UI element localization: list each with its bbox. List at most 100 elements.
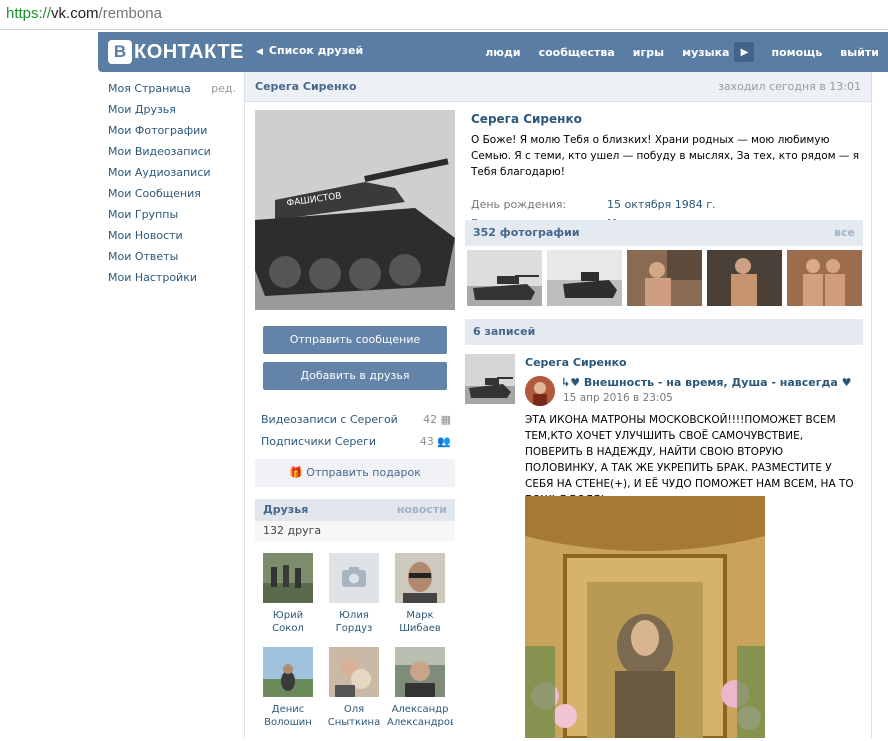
menu-my-page-label: Моя Страница xyxy=(108,82,191,95)
profile-info: Серега Сиренко О Боже! Я молю Тебя о бли… xyxy=(471,112,863,230)
nav-music[interactable]: музыка xyxy=(673,46,738,59)
wall-title: 6 записей xyxy=(473,325,536,338)
edit-link[interactable]: ред. xyxy=(211,82,236,103)
photo-thumb[interactable] xyxy=(707,250,782,306)
post-image[interactable] xyxy=(525,496,765,738)
friend-first-name: Денис xyxy=(271,704,305,715)
friend-last-name: Шибаев xyxy=(399,623,441,634)
nav-people[interactable]: люди xyxy=(476,46,529,59)
photo-thumb[interactable] xyxy=(787,250,862,306)
profile-avatar[interactable]: ФАШИСТОВ xyxy=(255,110,455,310)
friend-first-name: Марк xyxy=(406,610,434,621)
repost-source-avatar[interactable] xyxy=(525,376,555,406)
friend-photo xyxy=(263,553,313,603)
repost-source-name[interactable]: ↳♥ Внешность - на время, Душа - навсегда… xyxy=(561,376,852,389)
friend-item[interactable]: Марк Шибаев xyxy=(387,553,453,647)
vk-logo-text: КОНТАКТЕ xyxy=(134,40,244,63)
post-author-name[interactable]: Серега Сиренко xyxy=(525,356,627,369)
friend-photo xyxy=(395,647,445,697)
vk-logo-icon: В xyxy=(108,40,132,64)
photos-title: 352 фотографии xyxy=(473,226,580,239)
photos-strip xyxy=(467,250,862,306)
menu-my-settings[interactable]: Мои Настройки xyxy=(108,271,236,292)
wall-section-header[interactable]: 6 записей xyxy=(465,319,863,345)
friends-list-link[interactable]: ◀ Список друзей xyxy=(256,44,363,57)
photo-thumb[interactable] xyxy=(627,250,702,306)
browser-address-bar[interactable]: https://vk.com/rembona xyxy=(0,0,888,30)
gift-icon: 🎁 xyxy=(289,466,303,479)
last-seen: заходил сегодня в 13:01 xyxy=(717,80,861,93)
nav-logout[interactable]: выйти xyxy=(831,46,888,59)
friends-news-link[interactable]: новости xyxy=(397,499,447,521)
followers-link-label: Подписчики Сереги xyxy=(261,435,377,448)
nav-help[interactable]: помощь xyxy=(762,46,831,59)
menu-my-videos[interactable]: Мои Видеозаписи xyxy=(108,145,236,166)
friends-grid: Юрий Сокол Юлия Гордуз Марк Шибаев Денис… xyxy=(255,541,455,741)
friend-last-name: Волошин xyxy=(264,717,312,728)
friends-title: Друзья xyxy=(263,503,309,516)
icon-image xyxy=(525,496,765,738)
photos-section-header[interactable]: 352 фотографии все xyxy=(465,220,863,246)
menu-my-answers[interactable]: Мои Ответы xyxy=(108,250,236,271)
friends-block: Друзья новости 132 друга Юрий Сокол Юлия… xyxy=(255,499,455,741)
friend-first-name: Оля xyxy=(343,704,365,715)
nav-communities[interactable]: сообщества xyxy=(530,46,624,59)
back-arrow-icon: ◀ xyxy=(256,47,263,57)
menu-my-groups[interactable]: Мои Группы xyxy=(108,208,236,229)
friend-item[interactable]: Оля Сныткина xyxy=(321,647,387,741)
site-header: В КОНТАКТЕ ◀ Список друзей люди сообществ… xyxy=(98,32,888,72)
send-gift-button[interactable]: 🎁 Отправить подарок xyxy=(255,459,455,487)
profile-header: Серега Сиренко заходил сегодня в 13:01 xyxy=(245,72,871,102)
birthday-value[interactable]: 15 октября 1984 г. xyxy=(607,198,716,211)
profile-page: Серега Сиренко заходил сегодня в 13:01 Ф… xyxy=(244,72,872,738)
friend-last-name: Гордуз xyxy=(335,623,373,634)
friend-photo xyxy=(263,647,313,697)
profile-name: Серега Сиренко xyxy=(471,112,582,126)
post-text: ЭТА ИКОНА МАТРОНЫ МОСКОВСКОЙ!!!!ПОМОЖЕТ … xyxy=(525,414,854,506)
top-nav: люди сообщества игры музыка ▶ помощь вый… xyxy=(476,32,888,72)
url-text[interactable]: https://vk.com/rembona xyxy=(6,5,162,22)
photo-thumb[interactable] xyxy=(467,250,542,306)
photos-all-link[interactable]: все xyxy=(834,220,855,246)
users-icon: 👥 xyxy=(437,435,451,448)
menu-my-page[interactable]: Моя Страница ред. xyxy=(108,82,236,103)
play-icon[interactable]: ▶ xyxy=(734,42,755,62)
friends-header[interactable]: Друзья новости xyxy=(255,499,455,521)
menu-my-friends[interactable]: Мои Друзья xyxy=(108,103,236,124)
menu-my-news[interactable]: Мои Новости xyxy=(108,229,236,250)
videos-link-label: Видеозаписи с Серегой xyxy=(261,413,398,426)
followers-link[interactable]: Подписчики Сереги 43 👥 xyxy=(261,435,451,448)
gift-label: Отправить подарок xyxy=(306,466,421,479)
menu-my-audio[interactable]: Мои Аудиозаписи xyxy=(108,166,236,187)
videos-count: 42 ▦ xyxy=(423,413,451,426)
friend-last-name: Александрович xyxy=(387,717,453,728)
friend-first-name: Юрий xyxy=(272,610,304,621)
followers-count: 43 👥 xyxy=(419,435,451,448)
url-scheme: https:// xyxy=(6,5,52,22)
profile-status: О Боже! Я молю Тебя о близких! Храни род… xyxy=(471,134,860,178)
film-icon: ▦ xyxy=(440,413,451,426)
friend-first-name: Юлия xyxy=(339,610,369,621)
friend-photo xyxy=(329,553,379,603)
friend-item[interactable]: Юрий Сокол xyxy=(255,553,321,647)
tank-photo: ФАШИСТОВ xyxy=(255,110,455,310)
videos-link[interactable]: Видеозаписи с Серегой 42 ▦ xyxy=(261,413,451,426)
menu-my-messages[interactable]: Мои Сообщения xyxy=(108,187,236,208)
nav-games[interactable]: игры xyxy=(624,46,673,59)
header-profile-name: Серега Сиренко xyxy=(255,80,357,93)
url-path: /rembona xyxy=(98,5,162,22)
add-friend-button[interactable]: Добавить в друзья xyxy=(263,362,447,390)
send-message-button[interactable]: Отправить сообщение xyxy=(263,326,447,354)
post-date[interactable]: 15 апр 2016 в 23:05 xyxy=(563,392,673,404)
friend-item[interactable]: Александр Александрович xyxy=(387,647,453,741)
friend-item[interactable]: Юлия Гордуз xyxy=(321,553,387,647)
url-host: vk.com xyxy=(51,5,99,22)
friend-last-name: Сокол xyxy=(272,623,304,634)
vk-logo[interactable]: В КОНТАКТЕ xyxy=(108,40,244,64)
birthday-label: День рождения: xyxy=(471,198,567,211)
post-author-avatar[interactable] xyxy=(465,354,515,404)
friend-item[interactable]: Денис Волошин xyxy=(255,647,321,741)
photo-thumb[interactable] xyxy=(547,250,622,306)
friend-last-name: Сныткина xyxy=(327,717,381,728)
menu-my-photos[interactable]: Мои Фотографии xyxy=(108,124,236,145)
